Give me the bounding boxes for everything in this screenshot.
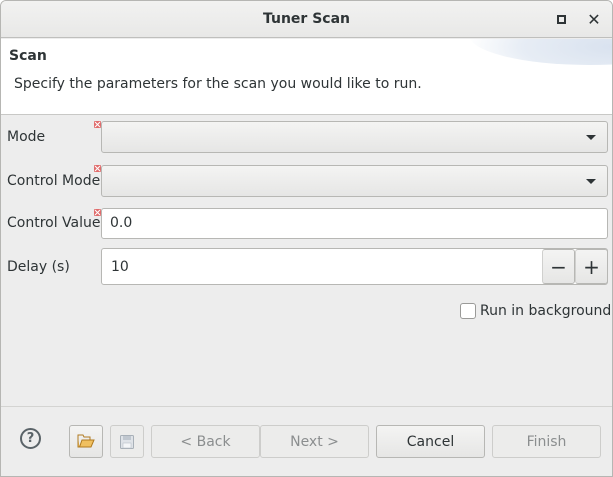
delay-label: Delay (s) — [7, 259, 70, 275]
plus-icon: + — [583, 254, 600, 279]
mode-select[interactable] — [101, 121, 608, 153]
finish-button[interactable]: Finish — [492, 425, 601, 458]
chevron-down-icon — [586, 179, 596, 184]
error-icon — [94, 165, 101, 172]
back-button[interactable]: < Back — [151, 425, 260, 458]
title-bar: Tuner Scan ✕ — [1, 1, 612, 38]
decrement-button[interactable]: − — [542, 249, 575, 284]
open-button[interactable] — [69, 425, 103, 458]
header-decoration — [469, 39, 612, 65]
scan-form: Mode Control Mode Control Value 0.0 Dela… — [1, 116, 612, 406]
control-value-label: Control Value — [7, 215, 101, 231]
page-description: Specify the parameters for the scan you … — [14, 76, 422, 92]
window-title: Tuner Scan — [262, 11, 350, 27]
minus-icon: − — [550, 254, 567, 279]
error-icon — [94, 121, 101, 128]
increment-button[interactable]: + — [575, 249, 608, 284]
help-icon: ? — [26, 431, 35, 446]
delay-input[interactable]: 10 — [111, 259, 129, 275]
cancel-button[interactable]: Cancel — [376, 425, 485, 458]
maximize-icon — [556, 14, 566, 24]
close-icon: ✕ — [587, 9, 601, 29]
control-mode-select[interactable] — [101, 165, 608, 197]
run-in-background-label[interactable]: Run in background — [480, 303, 611, 319]
close-button[interactable]: ✕ — [584, 9, 604, 29]
control-value-input[interactable]: 0.0 — [101, 208, 608, 239]
run-in-background-checkbox[interactable] — [460, 303, 476, 319]
dialog-window: Tuner Scan ✕ Scan Specify the parameters… — [0, 0, 613, 477]
maximize-button[interactable] — [551, 9, 571, 29]
mode-label: Mode — [7, 129, 46, 145]
page-title: Scan — [9, 48, 47, 64]
wizard-header: Scan Specify the parameters for the scan… — [1, 39, 612, 115]
save-icon — [120, 434, 134, 449]
open-folder-icon — [77, 434, 95, 448]
save-button[interactable] — [110, 425, 144, 458]
next-button[interactable]: Next > — [260, 425, 369, 458]
button-bar: ? < Back Next > Cancel Finish — [1, 407, 612, 476]
chevron-down-icon — [586, 135, 596, 140]
control-mode-label: Control Mode — [7, 173, 101, 189]
delay-spinner: 10 − + — [101, 248, 608, 285]
help-button[interactable]: ? — [20, 428, 41, 449]
